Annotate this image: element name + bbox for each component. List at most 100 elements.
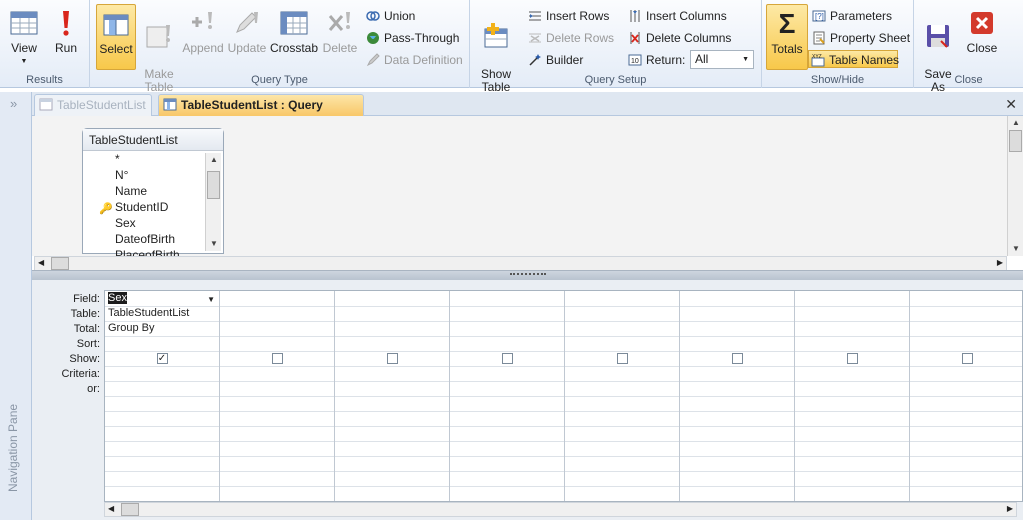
table-cell[interactable] (220, 306, 334, 321)
field-cell[interactable]: Sex ▼ (105, 291, 219, 306)
grid-column[interactable] (450, 291, 565, 501)
field-cell[interactable] (220, 291, 334, 306)
delete-rows-icon (529, 33, 541, 43)
show-checkbox[interactable]: ✓ (156, 353, 168, 364)
field-cell[interactable] (450, 291, 564, 306)
grid-column[interactable] (220, 291, 335, 501)
append-button[interactable]: Append (182, 4, 224, 70)
delete-columns-button[interactable]: Delete Columns (626, 29, 731, 47)
tab-query-builder[interactable]: TableStudentList : Query Builder (158, 94, 364, 132)
table-cell[interactable] (795, 306, 909, 321)
grid-horizontal-scrollbar[interactable]: ◀ ▶ (104, 502, 1017, 517)
total-cell[interactable] (220, 321, 334, 336)
show-checkbox[interactable] (731, 353, 743, 364)
field-name: * (115, 152, 120, 166)
total-cell[interactable] (335, 321, 449, 336)
show-checkbox[interactable] (386, 353, 398, 364)
table-field-list[interactable]: TableStudentList * N° Name 🔑 StudentID Sex Dat… (82, 128, 224, 262)
scroll-left-arrow-icon[interactable]: ◀ (38, 258, 44, 267)
scroll-down-arrow-icon[interactable]: ▼ (206, 237, 222, 251)
scroll-right-arrow-icon[interactable]: ▶ (1007, 504, 1013, 513)
scroll-thumb[interactable] (1009, 130, 1022, 152)
table-cell[interactable] (565, 306, 679, 321)
pane-splitter[interactable] (32, 270, 1023, 280)
scroll-thumb[interactable] (51, 257, 69, 270)
totals-button[interactable]: Σ Totals (766, 4, 808, 70)
total-cell[interactable] (680, 321, 794, 336)
table-cell-value: TableStudentList (108, 307, 190, 319)
grid-column[interactable] (335, 291, 450, 501)
grid-column[interactable]: Sex ▼ TableStudentList Group By ✓ (105, 291, 220, 501)
show-table-button[interactable]: Show Table (476, 4, 516, 94)
design-pane-vertical-scrollbar[interactable]: ▲ ▼ (1007, 116, 1023, 256)
insert-rows-button[interactable]: Insert Rows (526, 7, 609, 25)
field-cell[interactable] (680, 291, 794, 306)
grid-column[interactable] (910, 291, 1022, 501)
field-list-scrollbar[interactable]: ▲ ▼ (205, 153, 221, 251)
field-list-item[interactable]: 🔑 StudentID (83, 199, 203, 215)
total-cell[interactable]: Group By (105, 321, 219, 336)
field-list-item[interactable]: * (83, 151, 203, 167)
update-button[interactable]: Update (226, 4, 268, 70)
table-cell[interactable] (450, 306, 564, 321)
design-pane-horizontal-scrollbar[interactable]: ◀ ▶ (34, 256, 1007, 271)
make-table-button[interactable]: Make Table (140, 4, 178, 94)
show-checkbox[interactable] (846, 353, 858, 364)
field-cell[interactable] (795, 291, 909, 306)
field-cell[interactable] (910, 291, 1022, 306)
table-cell[interactable] (910, 306, 1022, 321)
field-list-item[interactable]: DateofBirth (83, 231, 203, 247)
close-query-button[interactable]: Close (962, 4, 1002, 70)
table-names-button[interactable]: XYZ Table Names (808, 50, 899, 68)
scroll-down-arrow-icon[interactable]: ▼ (1008, 242, 1023, 256)
scroll-left-arrow-icon[interactable]: ◀ (108, 504, 114, 513)
field-list-item[interactable]: Sex (83, 215, 203, 231)
parameters-button[interactable]: [?] Parameters (810, 7, 892, 25)
return-select[interactable]: All ▼ (690, 50, 754, 69)
select-button[interactable]: Select (96, 4, 136, 70)
scroll-up-arrow-icon[interactable]: ▲ (1008, 116, 1023, 130)
grid-column[interactable] (565, 291, 680, 501)
close-document-icon[interactable]: ✕ (1005, 96, 1017, 113)
table-cell[interactable]: TableStudentList (105, 306, 219, 321)
delete-rows-button[interactable]: Delete Rows (526, 29, 614, 47)
table-cell[interactable] (680, 306, 794, 321)
total-cell[interactable] (795, 321, 909, 336)
run-button[interactable]: Run (46, 4, 86, 70)
expand-chevron-icon[interactable]: » (10, 96, 17, 111)
data-definition-button[interactable]: Data Definition (364, 51, 463, 69)
union-button[interactable]: Union (364, 7, 415, 25)
query-design-grid[interactable]: Sex ▼ TableStudentList Group By ✓ (104, 290, 1023, 502)
table-cell[interactable] (335, 306, 449, 321)
pass-through-button[interactable]: Pass-Through (364, 29, 459, 47)
grid-column[interactable] (795, 291, 910, 501)
show-checkbox[interactable] (616, 353, 628, 364)
show-checkbox[interactable] (271, 353, 283, 364)
tab-table-student-list[interactable]: TableStudentList (34, 94, 152, 116)
builder-button[interactable]: Builder (526, 51, 583, 69)
total-cell[interactable] (910, 321, 1022, 336)
dropdown-arrow-icon: ▼ (742, 56, 749, 63)
total-cell[interactable] (565, 321, 679, 336)
field-cell[interactable] (335, 291, 449, 306)
crosstab-button[interactable]: Crosstab (270, 4, 318, 70)
scroll-right-arrow-icon[interactable]: ▶ (997, 258, 1003, 267)
show-checkbox[interactable] (501, 353, 513, 364)
field-cell[interactable] (565, 291, 679, 306)
splitter-grip[interactable] (510, 273, 546, 277)
scroll-thumb[interactable] (207, 171, 220, 199)
save-as-button[interactable]: Save As (918, 4, 958, 94)
dropdown-arrow-icon[interactable]: ▼ (207, 292, 215, 307)
total-cell[interactable] (450, 321, 564, 336)
field-list-item[interactable]: N° (83, 167, 203, 183)
insert-columns-button[interactable]: Insert Columns (626, 7, 727, 25)
navigation-pane[interactable]: » Navigation Pane (0, 92, 32, 520)
property-sheet-button[interactable]: Property Sheet (810, 29, 910, 47)
scroll-up-arrow-icon[interactable]: ▲ (206, 153, 222, 167)
scroll-thumb[interactable] (121, 503, 139, 516)
grid-column[interactable] (680, 291, 795, 501)
delete-button[interactable]: Delete (320, 4, 360, 70)
field-list-item[interactable]: Name (83, 183, 203, 199)
show-checkbox[interactable] (961, 353, 973, 364)
view-button[interactable]: View ▼ (3, 4, 45, 70)
